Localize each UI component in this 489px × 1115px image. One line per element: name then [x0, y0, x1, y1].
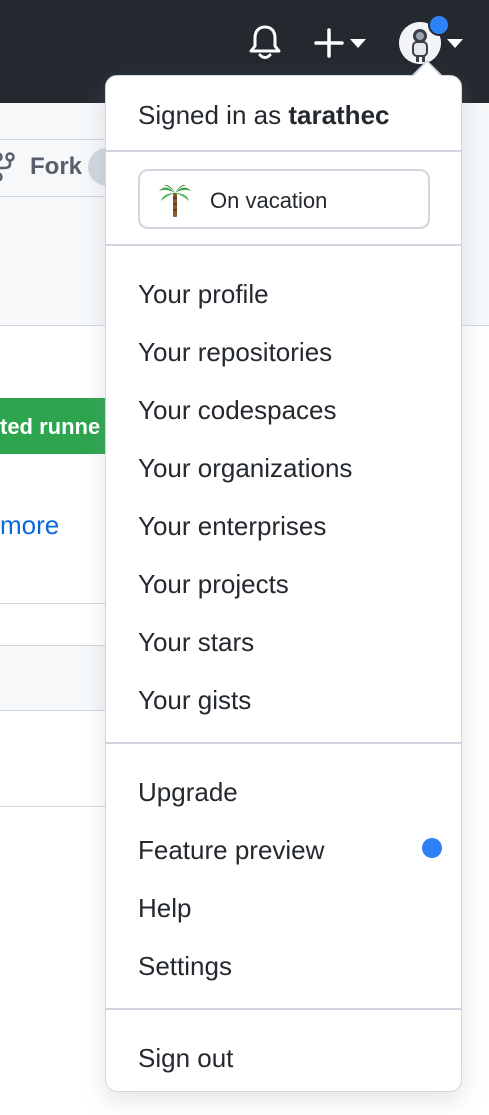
menu-item-your-profile[interactable]: Your profile: [138, 279, 269, 310]
learn-more-link[interactable]: more: [0, 510, 59, 541]
menu-item-your-stars[interactable]: Your stars: [138, 627, 254, 658]
menu-item-help[interactable]: Help: [138, 893, 191, 924]
dropdown-caret-fill: [414, 62, 440, 76]
sign-out-button[interactable]: Sign out: [138, 1043, 233, 1074]
menu-item-your-organizations[interactable]: Your organizations: [138, 453, 352, 484]
bell-icon[interactable]: [248, 24, 282, 60]
divider: [106, 742, 461, 744]
menu-item-your-gists[interactable]: Your gists: [138, 685, 251, 716]
set-status-button[interactable]: On vacation: [138, 169, 430, 229]
username: tarathec: [288, 100, 390, 130]
palm-tree-icon: [159, 184, 191, 217]
menu-item-your-enterprises[interactable]: Your enterprises: [138, 511, 326, 542]
menu-item-your-projects[interactable]: Your projects: [138, 569, 289, 600]
signed-in-prefix: Signed in as: [138, 100, 289, 130]
divider: [0, 603, 120, 604]
user-dropdown-menu: Signed in as tarathec On vacation Your p…: [105, 75, 462, 1092]
menu-item-your-codespaces[interactable]: Your codespaces: [138, 395, 337, 426]
caret-down-icon[interactable]: [350, 39, 366, 48]
divider: [106, 150, 461, 152]
green-button-label: ted runne: [0, 414, 101, 439]
fork-label: Fork: [30, 153, 83, 180]
feature-preview-dot: [422, 838, 442, 858]
table-header-band: [0, 645, 120, 711]
divider: [106, 244, 461, 246]
divider: [0, 806, 120, 807]
menu-item-feature-preview[interactable]: Feature preview: [138, 835, 324, 866]
menu-item-your-repositories[interactable]: Your repositories: [138, 337, 332, 368]
repo-forked-icon: [0, 152, 15, 182]
signed-in-label: Signed in as tarathec: [138, 100, 389, 131]
status-label: On vacation: [210, 188, 328, 213]
menu-item-upgrade[interactable]: Upgrade: [138, 777, 238, 808]
caret-down-icon[interactable]: [447, 39, 463, 48]
divider: [106, 1008, 461, 1010]
plus-icon[interactable]: [312, 26, 346, 60]
menu-item-settings[interactable]: Settings: [138, 951, 232, 982]
notification-dot: [428, 14, 450, 36]
